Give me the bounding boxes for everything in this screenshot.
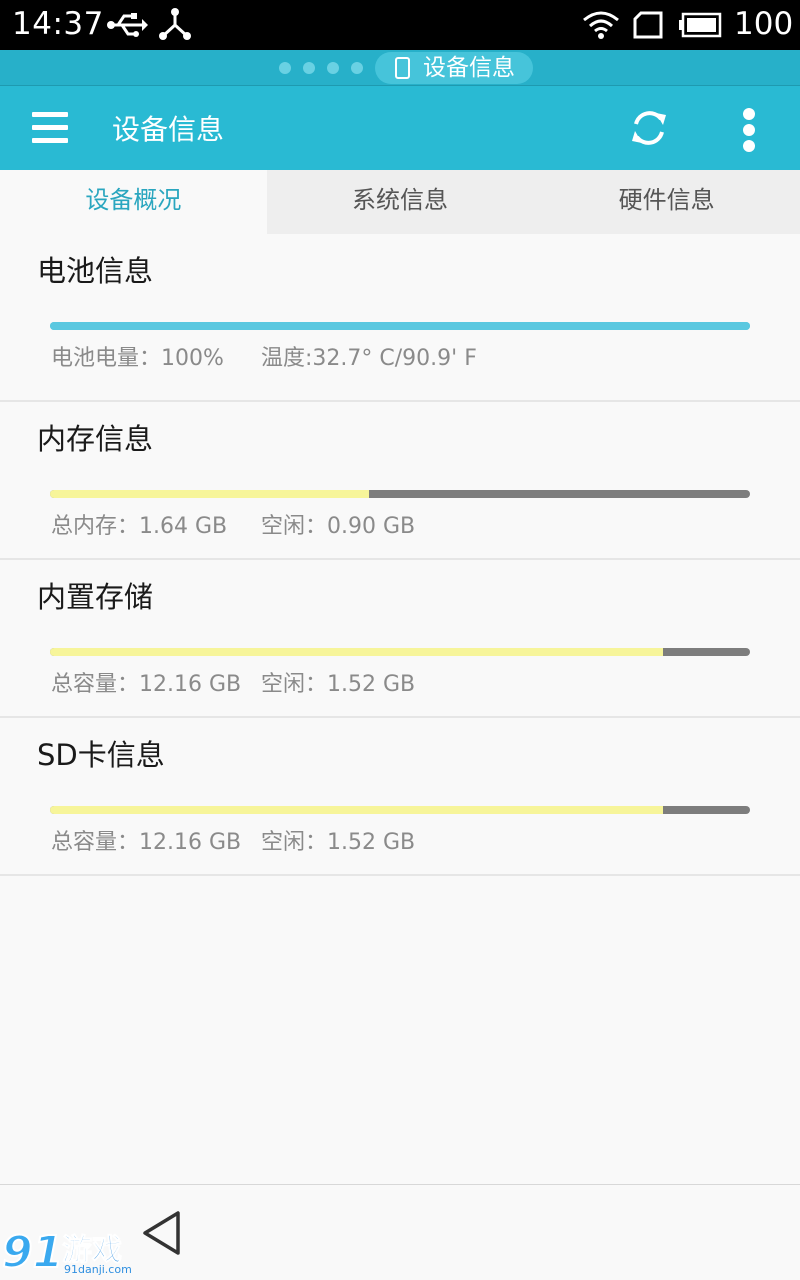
phone-icon <box>395 57 410 79</box>
more-vert-icon[interactable] <box>742 108 756 152</box>
app-bar: 设备信息 <box>0 86 800 170</box>
menu-icon[interactable] <box>32 112 68 144</box>
progress-fill <box>50 806 663 814</box>
info-row: 电池电量：100% 温度:32.7° C/90.9' F <box>51 340 477 372</box>
tab-system-info[interactable]: 系统信息 <box>267 170 534 234</box>
info-row: 总内存：1.64 GB 空闲：0.90 GB <box>51 508 415 540</box>
progress-fill <box>50 648 663 656</box>
internal-storage-progress-bar <box>50 648 750 656</box>
tab-hardware-info[interactable]: 硬件信息 <box>533 170 800 234</box>
back-icon[interactable] <box>140 1209 184 1257</box>
indicator-dot <box>327 62 339 74</box>
info-row: 总容量：12.16 GB 空闲：1.52 GB <box>51 666 415 698</box>
section-title: SD卡信息 <box>37 738 165 772</box>
memory-free-text: 空闲：0.90 GB <box>261 514 416 539</box>
indicator-dot <box>303 62 315 74</box>
wifi-icon <box>583 11 619 39</box>
watermark-number: 91 <box>1 1226 64 1279</box>
internal-storage-section: 内置存储 总容量：12.16 GB 空闲：1.52 GB <box>0 560 800 718</box>
navigation-bar: 91 游戏 91danji.com <box>0 1184 800 1280</box>
battery-progress-bar <box>50 322 750 330</box>
battery-level-text: 电池电量：100% <box>51 346 224 371</box>
notification-label: 设备信息 <box>423 55 515 81</box>
sim-icon <box>633 11 663 39</box>
page-indicator <box>279 62 363 74</box>
sd-free-text: 空闲：1.52 GB <box>261 830 416 855</box>
usb-icon <box>107 13 148 37</box>
notification-strip[interactable]: 设备信息 <box>0 50 800 86</box>
status-time: 14:37 <box>12 6 104 42</box>
sd-card-progress-bar <box>50 806 750 814</box>
section-title: 内置存储 <box>37 580 154 614</box>
info-row: 总容量：12.16 GB 空闲：1.52 GB <box>51 824 415 856</box>
indicator-dot <box>351 62 363 74</box>
sd-total-text: 总容量：12.16 GB <box>51 830 242 855</box>
indicator-dot <box>279 62 291 74</box>
sd-card-section: SD卡信息 总容量：12.16 GB 空闲：1.52 GB <box>0 718 800 876</box>
progress-fill <box>50 322 750 330</box>
tab-bar: 设备概况 系统信息 硬件信息 <box>0 170 800 234</box>
watermark-logo: 91 游戏 91danji.com <box>0 1221 140 1280</box>
battery-level: 100 <box>734 6 794 42</box>
refresh-icon[interactable] <box>628 107 670 149</box>
page-title: 设备信息 <box>112 113 225 146</box>
notification-pill[interactable]: 设备信息 <box>375 52 533 84</box>
section-title: 电池信息 <box>37 254 154 288</box>
storage-free-text: 空闲：1.52 GB <box>261 672 416 697</box>
memory-total-text: 总内存：1.64 GB <box>51 514 228 539</box>
usb-device-icon <box>159 8 191 40</box>
section-title: 内存信息 <box>37 422 154 456</box>
progress-fill <box>50 490 369 498</box>
battery-section: 电池信息 电池电量：100% 温度:32.7° C/90.9' F <box>0 234 800 402</box>
watermark-url: 91danji.com <box>64 1263 132 1276</box>
battery-temperature-text: 温度:32.7° C/90.9' F <box>261 346 477 371</box>
memory-progress-bar <box>50 490 750 498</box>
battery-icon <box>679 12 722 38</box>
storage-total-text: 总容量：12.16 GB <box>51 672 242 697</box>
memory-section: 内存信息 总内存：1.64 GB 空闲：0.90 GB <box>0 402 800 560</box>
tab-device-overview[interactable]: 设备概况 <box>0 170 267 234</box>
status-bar: 14:37 100 <box>0 0 800 50</box>
